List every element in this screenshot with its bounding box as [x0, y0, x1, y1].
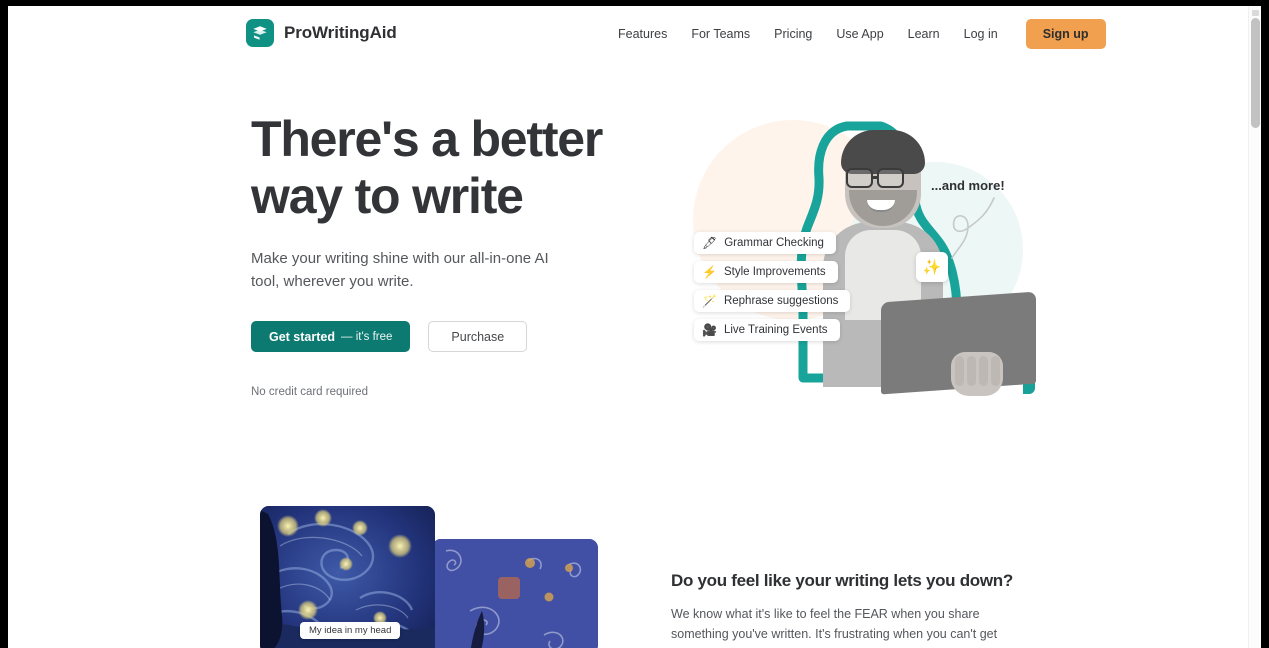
eyeglass-right: [877, 168, 904, 188]
nav-item-for-teams[interactable]: For Teams: [679, 18, 762, 50]
chip-label: Grammar Checking: [724, 237, 824, 249]
page-content: ProWritingAid Features For Teams Pricing…: [8, 6, 1248, 648]
book-pages-icon: [246, 19, 274, 47]
no-credit-card-note: No credit card required: [251, 386, 368, 398]
nav-item-features[interactable]: Features: [606, 18, 679, 50]
brand-logo[interactable]: ProWritingAid: [246, 19, 397, 47]
blue-card-art: [432, 539, 598, 648]
sparkle-badge: ✨: [916, 252, 948, 282]
and-more-label: ...and more!: [931, 178, 1005, 193]
lightning-bolt-icon: ⚡: [702, 265, 717, 279]
get-started-label: Get started: [269, 329, 335, 344]
nav-item-learn[interactable]: Learn: [896, 18, 952, 50]
hero-copy: There's a better way to write Make your …: [251, 111, 671, 398]
brand-name: ProWritingAid: [284, 23, 397, 42]
site-header: ProWritingAid Features For Teams Pricing…: [8, 6, 1248, 62]
main-nav: Features For Teams Pricing Use App Learn…: [606, 18, 1106, 50]
get-started-note: — it's free: [341, 330, 393, 343]
browser-viewport: ProWritingAid Features For Teams Pricing…: [8, 6, 1261, 648]
get-started-button[interactable]: Get started — it's free: [251, 321, 411, 352]
section2-copy: Do you feel like your writing lets you d…: [671, 571, 1021, 648]
eyeglass-left: [846, 168, 873, 188]
purchase-button[interactable]: Purchase: [428, 321, 528, 352]
sign-up-button[interactable]: Sign up: [1025, 19, 1106, 49]
magic-wand-icon: 🪄: [702, 294, 717, 308]
scrollbar-thumb[interactable]: [1251, 18, 1260, 128]
hero-cta-row: Get started — it's free Purchase: [251, 321, 671, 352]
person-hand: [951, 352, 1003, 396]
page-scrollbar[interactable]: [1248, 6, 1261, 648]
starry-caption-label: My idea in my head: [300, 622, 401, 639]
video-camera-icon: 🎥: [702, 323, 717, 337]
chip-rephrase-suggestions[interactable]: 🪄 Rephrase suggestions: [694, 290, 851, 312]
chip-label: Live Training Events: [723, 324, 828, 336]
scrollbar-top-cap[interactable]: [1252, 10, 1259, 16]
eyeglass-bridge: [873, 176, 879, 179]
hero-illustration: ✨ ...and more! 🖋 Grammar Checking ⚡ Styl…: [668, 102, 1038, 402]
nav-item-pricing[interactable]: Pricing: [762, 18, 824, 50]
section2-body: We know what it's like to feel the FEAR …: [671, 607, 998, 648]
chip-label: Style Improvements: [723, 266, 826, 278]
hero-subheading: Make your writing shine with our all-in-…: [251, 250, 549, 290]
chip-label: Rephrase suggestions: [723, 295, 839, 307]
chip-grammar-checking[interactable]: 🖋 Grammar Checking: [694, 232, 836, 254]
finger: [991, 356, 1000, 386]
finger: [967, 356, 976, 386]
chip-live-training-events[interactable]: 🎥 Live Training Events: [694, 319, 840, 341]
blue-sketch-card: [432, 539, 598, 648]
finger: [955, 356, 964, 386]
nav-item-log-in[interactable]: Log in: [952, 18, 1010, 50]
page-title: There's a better way to write: [251, 111, 603, 224]
chip-style-improvements[interactable]: ⚡ Style Improvements: [694, 261, 838, 283]
finger: [979, 356, 988, 386]
feature-chip-list: 🖋 Grammar Checking ⚡ Style Improvements …: [694, 232, 851, 341]
fountain-pen-icon: 🖋: [702, 236, 718, 250]
section2-title: Do you feel like your writing lets you d…: [671, 571, 1013, 590]
nav-item-use-app[interactable]: Use App: [824, 18, 895, 50]
